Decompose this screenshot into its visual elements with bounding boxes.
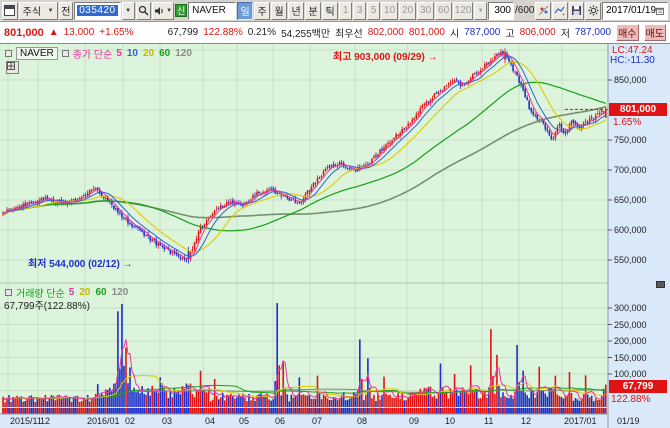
search-icon-glyph: [138, 5, 149, 16]
price-change: 13,000: [64, 27, 95, 38]
interval-button-5[interactable]: 5: [367, 2, 380, 20]
interval-button-group: 13510203060120: [339, 2, 473, 20]
pane-splitter-handle[interactable]: [656, 281, 665, 288]
bar-max-label: /600: [515, 5, 534, 16]
interval-dropdown-button[interactable]: ▼: [474, 2, 487, 20]
calendar-icon: [656, 6, 664, 16]
grid-icon: [7, 62, 15, 70]
period-button-월[interactable]: 월: [271, 2, 287, 20]
period-button-분[interactable]: 분: [305, 2, 321, 20]
date-input[interactable]: 2017/01/19: [602, 2, 668, 20]
open-price: 787,000: [464, 27, 500, 38]
chart-plot[interactable]: [0, 44, 670, 428]
interval-button-60[interactable]: 60: [435, 2, 452, 20]
chevron-down-icon: ▼: [125, 8, 131, 14]
chevron-down-icon: ▼: [48, 8, 54, 14]
speaker-icon-glyph: [154, 6, 164, 16]
chevron-down-icon: ▼: [478, 8, 484, 14]
prev-stock-button[interactable]: 전: [59, 2, 74, 20]
low-label: 저: [561, 25, 570, 40]
interval-button-10[interactable]: 10: [381, 2, 398, 20]
high-label: 고: [505, 25, 514, 40]
change-arrow-icon: ▲: [49, 27, 59, 38]
stock-name: NAVER: [188, 2, 236, 20]
high-price: 806,000: [520, 27, 556, 38]
interval-button-1[interactable]: 1: [339, 2, 352, 20]
asset-type-select[interactable]: 주식 ▼: [19, 2, 58, 20]
asset-type-label: 주식: [23, 3, 41, 18]
stock-code-value: 035420: [77, 5, 117, 16]
best-quote-label: 최우선: [335, 25, 363, 40]
search-icon[interactable]: [136, 2, 152, 20]
bar-count-input[interactable]: 300: [488, 2, 514, 20]
interval-button-3[interactable]: 3: [353, 2, 366, 20]
period-button-틱[interactable]: 틱: [322, 2, 338, 20]
stock-code-input[interactable]: 035420: [74, 2, 120, 20]
low-price: 787,000: [575, 27, 611, 38]
price-change-pct: +1.65%: [99, 27, 133, 38]
interval-button-120[interactable]: 120: [453, 2, 473, 20]
info-bar: 801,000 ▲ 13,000 +1.65% 67,799 122.88% 0…: [0, 22, 670, 44]
speaker-icon[interactable]: ▼: [152, 2, 174, 20]
crosshair-glyph: [538, 5, 549, 16]
buy-button[interactable]: 매수: [616, 24, 638, 41]
gear-icon-glyph: [588, 5, 599, 16]
turnover-pct: 0.21%: [248, 27, 276, 38]
volume-value: 67,799: [168, 27, 199, 38]
trade-value: 54,255백만: [281, 25, 330, 40]
period-button-년[interactable]: 년: [288, 2, 304, 20]
period-button-group: 일주월년분틱: [237, 2, 338, 20]
period-button-일[interactable]: 일: [237, 2, 253, 20]
crosshair-tool-icon[interactable]: [535, 2, 551, 20]
stock-status-badge: 신: [175, 4, 187, 17]
toolbar: 주식 ▼ 전 035420 ▼ ▼ 신 NAVER 일주월년분틱 1351020…: [0, 0, 670, 22]
interval-button-20[interactable]: 20: [399, 2, 416, 20]
best-ask: 802,000: [368, 27, 404, 38]
chart-type-icon[interactable]: [552, 2, 568, 20]
open-label: 시: [450, 25, 459, 40]
chart-region: NAVER 종가 단순 5102060120 LC:47.24 HC:-11.3…: [0, 44, 670, 428]
window-icon[interactable]: [2, 2, 18, 20]
interval-button-30[interactable]: 30: [417, 2, 434, 20]
chart-type-glyph: [554, 5, 565, 16]
save-icon-glyph: [571, 5, 582, 16]
date-value: 2017/01/19: [606, 5, 656, 16]
period-button-주[interactable]: 주: [254, 2, 270, 20]
chevron-down-icon: ▼: [166, 8, 172, 14]
best-bid: 801,000: [409, 27, 445, 38]
current-price: 801,000: [4, 27, 44, 39]
code-dropdown-button[interactable]: ▼: [122, 2, 135, 20]
sell-button[interactable]: 매도: [644, 24, 666, 41]
gear-icon[interactable]: [585, 2, 601, 20]
volume-ratio: 122.88%: [203, 27, 242, 38]
grid-tool-button[interactable]: [6, 61, 19, 74]
window-icon-glyph: [4, 5, 15, 16]
save-icon[interactable]: [569, 2, 585, 20]
